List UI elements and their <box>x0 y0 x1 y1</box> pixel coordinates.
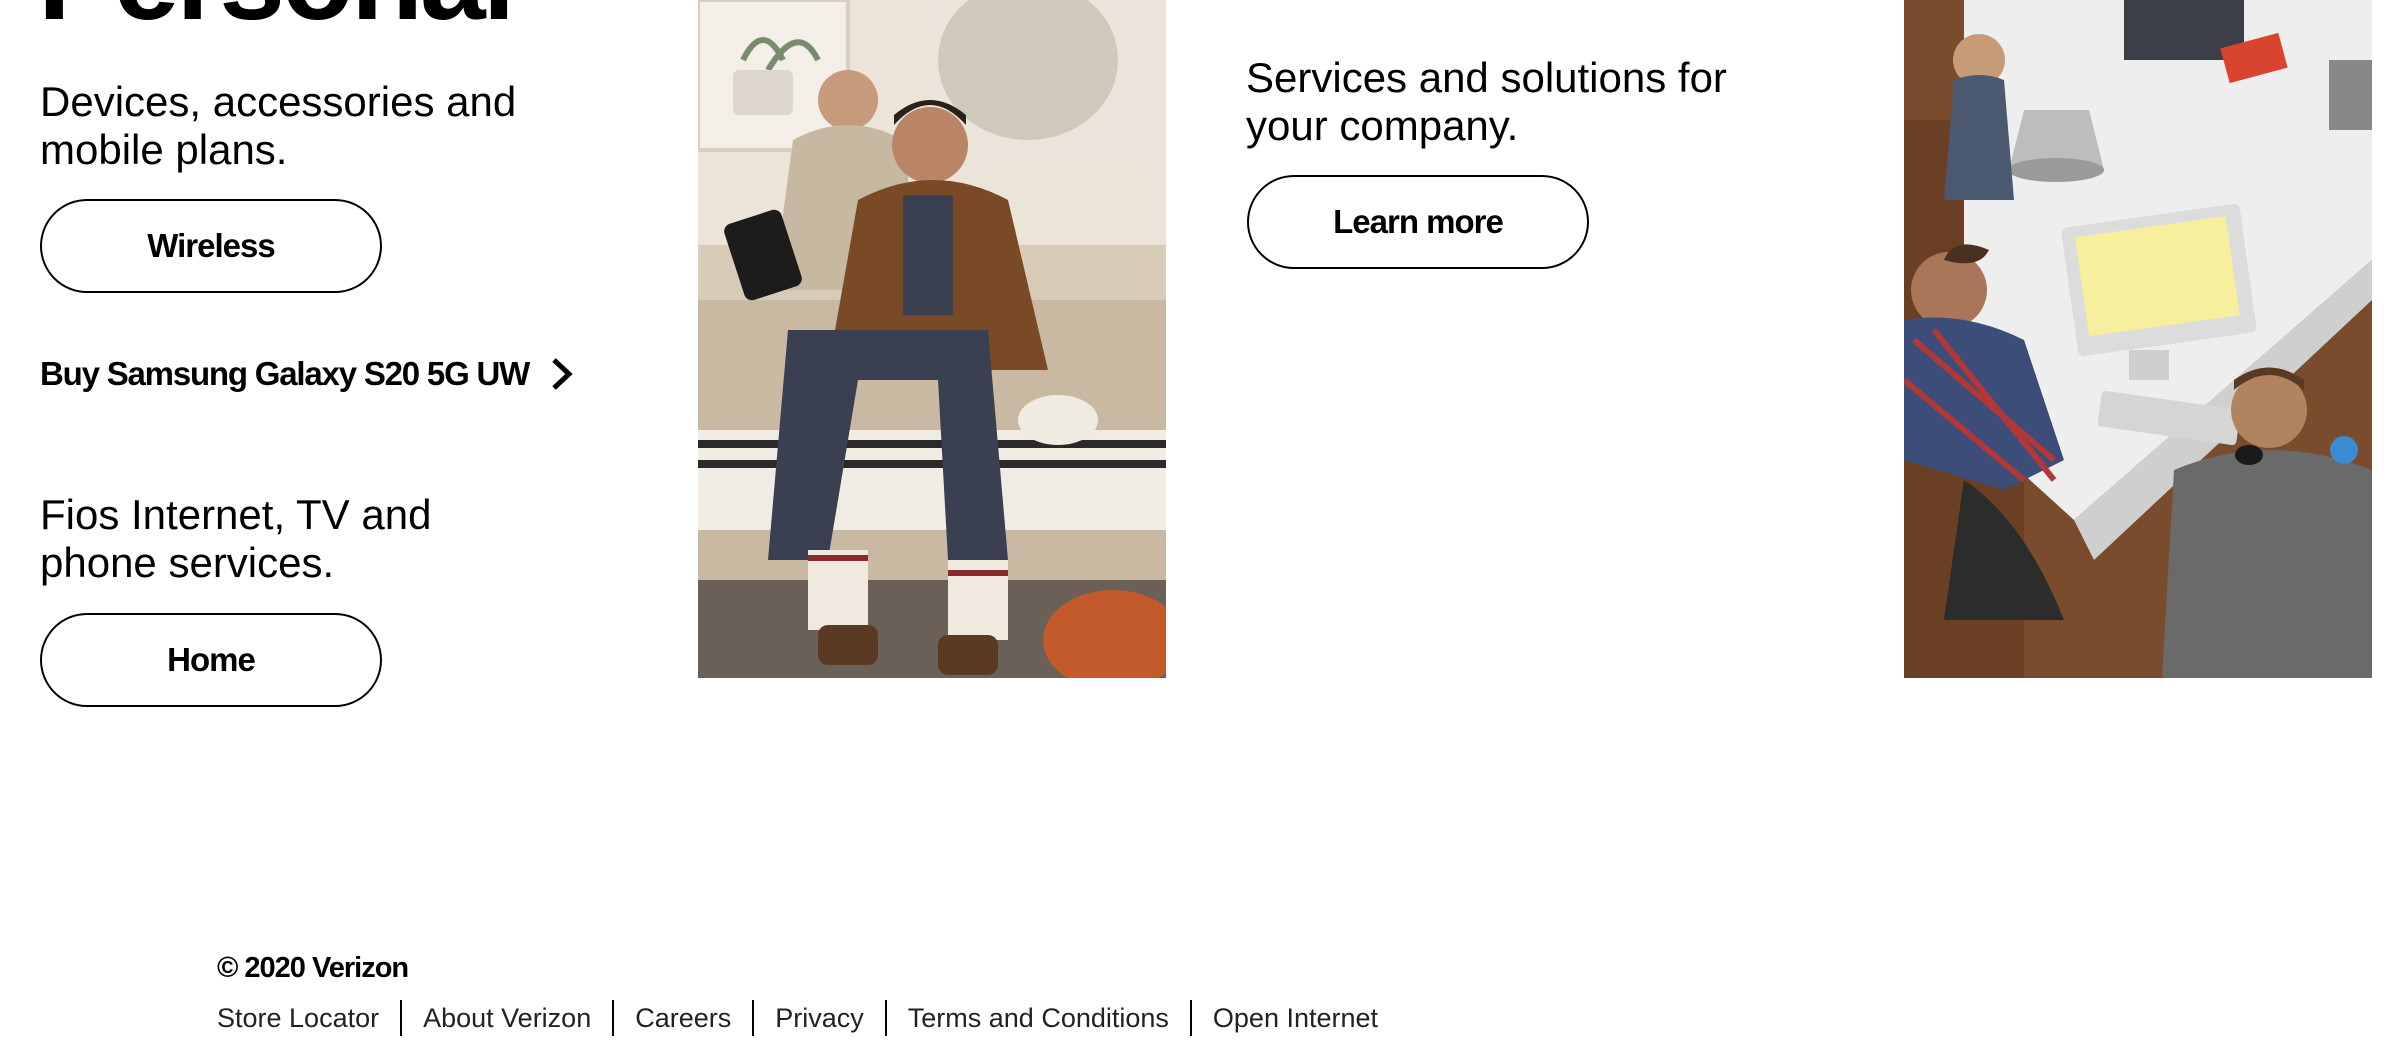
buy-galaxy-link[interactable]: Buy Samsung Galaxy S20 5G UW <box>40 352 575 396</box>
business-description: Services and solutions for your company. <box>1246 54 1727 149</box>
personal-heading: Personal <box>38 0 515 38</box>
home-button[interactable]: Home <box>40 613 382 707</box>
buy-galaxy-link-label: Buy Samsung Galaxy S20 5G UW <box>40 355 530 392</box>
business-heading: Business <box>1246 0 1750 18</box>
footer-link-privacy[interactable]: Privacy <box>752 1000 885 1036</box>
copyright-text: © 2020 Verizon <box>217 952 409 984</box>
office-workers-photo <box>1904 0 2372 678</box>
footer-link-about-verizon[interactable]: About Verizon <box>400 1000 612 1036</box>
home-description: Fios Internet, TV and phone services. <box>40 491 432 586</box>
learn-more-button[interactable]: Learn more <box>1247 175 1589 269</box>
footer-link-open-internet[interactable]: Open Internet <box>1189 1000 1399 1036</box>
footer-link-store-locator[interactable]: Store Locator <box>217 1000 400 1036</box>
couple-on-couch-photo <box>698 0 1166 678</box>
wireless-button[interactable]: Wireless <box>40 199 382 293</box>
footer-nav: Store Locator About Verizon Careers Priv… <box>217 1000 1399 1036</box>
footer-link-careers[interactable]: Careers <box>612 1000 752 1036</box>
footer-link-terms[interactable]: Terms and Conditions <box>884 1000 1190 1036</box>
wireless-description: Devices, accessories and mobile plans. <box>40 78 517 173</box>
chevron-right-icon <box>549 357 575 391</box>
